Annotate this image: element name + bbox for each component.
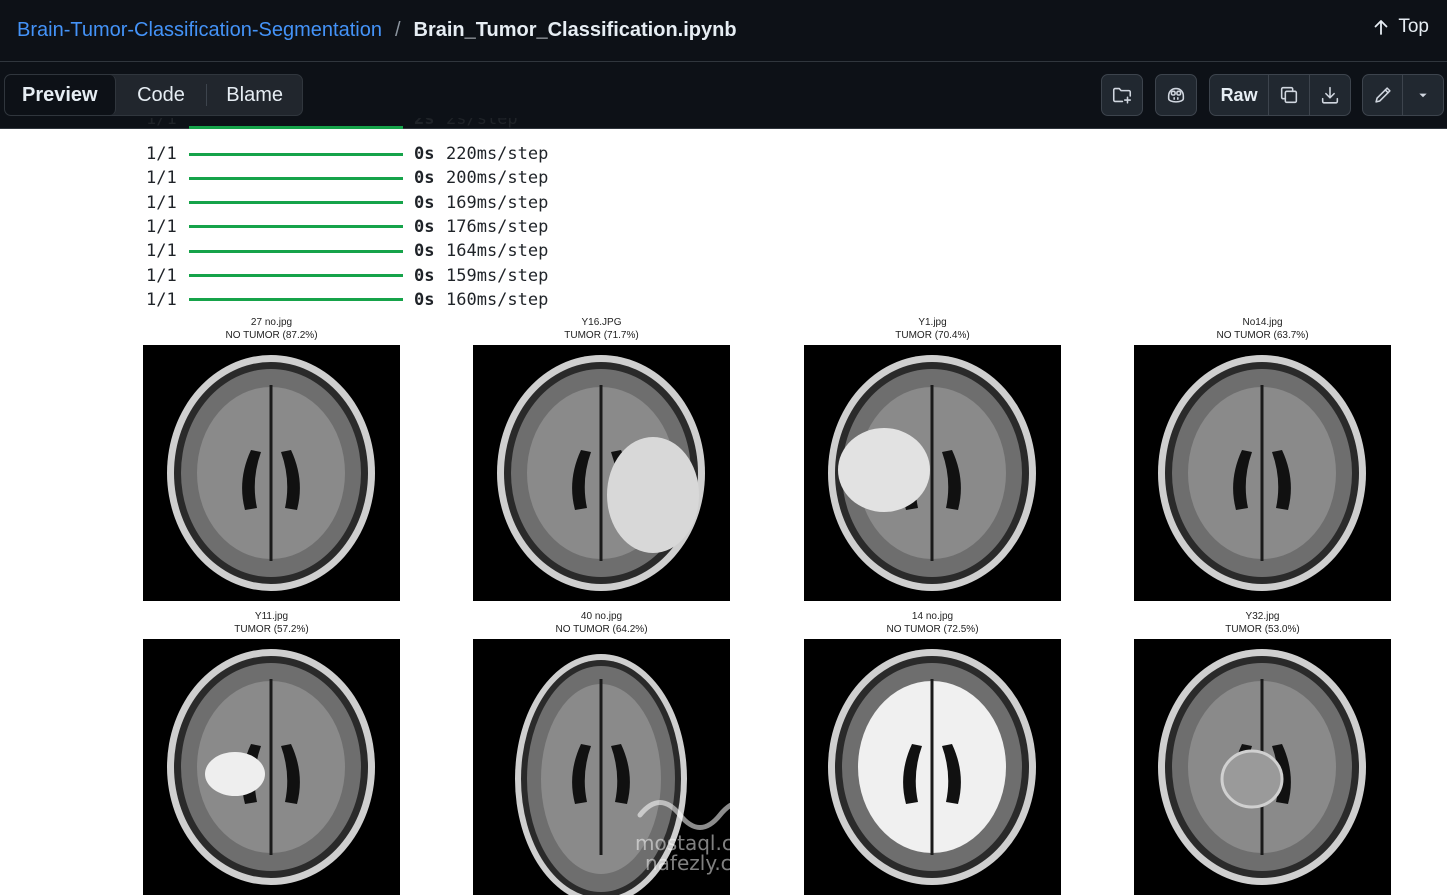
copy-icon <box>1280 86 1297 104</box>
copy-raw-button[interactable] <box>1269 75 1310 115</box>
log-seconds: 0s <box>414 289 435 310</box>
raw-copy-download-group: Raw <box>1209 74 1351 116</box>
copilot-icon <box>1167 87 1185 103</box>
progress-bar <box>189 152 403 156</box>
log-row: 1/1 0s 220ms/step <box>146 142 548 166</box>
prediction-card: 40 no.jpg NO TUMOR (64.2%) <box>473 611 730 895</box>
prediction-label: TUMOR (71.7%) <box>564 329 639 341</box>
prediction-card: Y1.jpg TUMOR (70.4%) <box>804 317 1061 601</box>
download-button[interactable] <box>1310 75 1350 115</box>
prediction-card: Y16.JPG TUMOR (71.7%) <box>473 317 730 601</box>
mri-scan-image <box>473 639 730 895</box>
prediction-card: 14 no.jpg NO TUMOR (72.5%) <box>804 611 1061 895</box>
download-icon <box>1321 86 1338 104</box>
log-row: 1/1 0s 164ms/step <box>146 239 548 263</box>
image-filename: 27 no.jpg <box>250 317 293 328</box>
prediction-label: NO TUMOR (63.7%) <box>1216 329 1309 341</box>
log-rate: 159ms/step <box>446 265 549 286</box>
folder-add-icon <box>1112 87 1132 104</box>
prediction-label: TUMOR (53.0%) <box>1225 623 1300 635</box>
log-row: 1/1 0s 200ms/step <box>146 166 548 190</box>
progress-bar <box>189 298 403 302</box>
mri-scan-image <box>804 639 1061 895</box>
log-seconds: 0s <box>414 192 435 213</box>
image-filename: Y11.jpg <box>254 611 289 622</box>
breadcrumb-file-name: Brain_Tumor_Classification.ipynb <box>413 19 737 41</box>
progress-bar <box>189 274 403 277</box>
mri-scan-image <box>143 345 400 601</box>
more-edit-options-button[interactable] <box>1403 75 1443 115</box>
mri-scan-image <box>1134 639 1391 895</box>
prediction-card: Y32.jpg TUMOR (53.0%) <box>1134 611 1391 895</box>
progress-bar <box>189 225 403 229</box>
log-row: 1/1 0s 159ms/step <box>146 264 548 288</box>
prediction-label: NO TUMOR (72.5%) <box>886 623 979 635</box>
log-step: 1/1 <box>146 144 177 164</box>
log-row-partial: 1/1 2s 2s/step <box>146 118 518 129</box>
log-step: 1/1 <box>146 216 177 237</box>
log-seconds: 0s <box>414 144 435 164</box>
breadcrumb-separator: / <box>394 19 401 41</box>
raw-button[interactable]: Raw <box>1210 75 1270 115</box>
log-step: 1/1 <box>146 168 177 189</box>
log-rate: 220ms/step <box>446 144 549 164</box>
prediction-label: NO TUMOR (87.2%) <box>225 329 318 341</box>
log-rate: 2s/step <box>446 118 518 129</box>
prediction-label: NO TUMOR (64.2%) <box>555 623 648 635</box>
log-seconds: 0s <box>414 168 435 189</box>
pencil-icon <box>1374 87 1391 103</box>
raw-button-label: Raw <box>1220 84 1258 105</box>
mri-scan-image <box>473 345 730 601</box>
image-filename: 14 no.jpg <box>911 611 954 622</box>
log-row: 1/1 0s 169ms/step <box>146 191 548 215</box>
add-file-button[interactable] <box>1101 74 1143 116</box>
edit-file-button[interactable] <box>1363 75 1404 115</box>
image-filename: No14.jpg <box>1242 317 1283 328</box>
log-step: 1/1 <box>146 241 177 262</box>
top-button-label: Top <box>1398 16 1429 37</box>
log-step: 1/1 <box>146 192 177 213</box>
progress-bar <box>189 176 403 180</box>
log-row: 1/1 0s 176ms/step <box>146 215 548 239</box>
image-filename: Y16.JPG <box>581 317 622 328</box>
progress-bar <box>189 126 403 129</box>
log-seconds: 0s <box>414 241 435 262</box>
prediction-card: 27 no.jpg NO TUMOR (87.2%) <box>143 317 400 601</box>
image-filename: Y32.jpg <box>1245 611 1280 622</box>
prediction-label: TUMOR (57.2%) <box>234 623 309 635</box>
log-seconds: 0s <box>414 216 435 237</box>
image-filename: Y1.jpg <box>918 317 947 328</box>
edit-group <box>1362 74 1444 116</box>
tab-code[interactable]: Code <box>116 75 207 115</box>
log-rate: 164ms/step <box>446 241 549 262</box>
log-rate: 200ms/step <box>446 168 549 189</box>
top-button[interactable]: Top <box>1372 16 1429 38</box>
prediction-card: No14.jpg NO TUMOR (63.7%) <box>1134 317 1391 601</box>
tab-preview[interactable]: Preview <box>5 75 116 115</box>
file-header: Brain-Tumor-Classification-Segmentation … <box>0 0 1447 62</box>
copilot-button[interactable] <box>1155 74 1197 116</box>
log-step: 1/1 <box>146 265 177 286</box>
log-step: 1/1 <box>146 289 177 310</box>
tab-blame[interactable]: Blame <box>207 75 302 115</box>
log-seconds: 2s <box>414 118 435 129</box>
triangle-down-icon <box>1419 93 1427 98</box>
log-rate: 160ms/step <box>446 289 549 310</box>
view-mode-tabs: Preview Code Blame <box>4 74 303 116</box>
prediction-label: TUMOR (70.4%) <box>895 329 970 341</box>
progress-bar <box>189 201 403 205</box>
prediction-card: Y11.jpg TUMOR (57.2%) <box>143 611 400 895</box>
mri-scan-image <box>804 345 1061 601</box>
mri-scan-image <box>143 639 400 895</box>
log-row: 1/1 0s 160ms/step <box>146 288 548 312</box>
log-rate: 169ms/step <box>446 192 549 213</box>
breadcrumb-repo-link[interactable]: Brain-Tumor-Classification-Segmentation <box>17 19 382 42</box>
mri-scan-image <box>1134 345 1391 601</box>
log-rate: 176ms/step <box>446 216 549 237</box>
arrow-up-icon <box>1374 20 1388 35</box>
progress-bar <box>189 249 403 253</box>
image-filename: 40 no.jpg <box>580 611 623 622</box>
log-step: 1/1 <box>146 118 177 129</box>
log-seconds: 0s <box>414 265 435 286</box>
